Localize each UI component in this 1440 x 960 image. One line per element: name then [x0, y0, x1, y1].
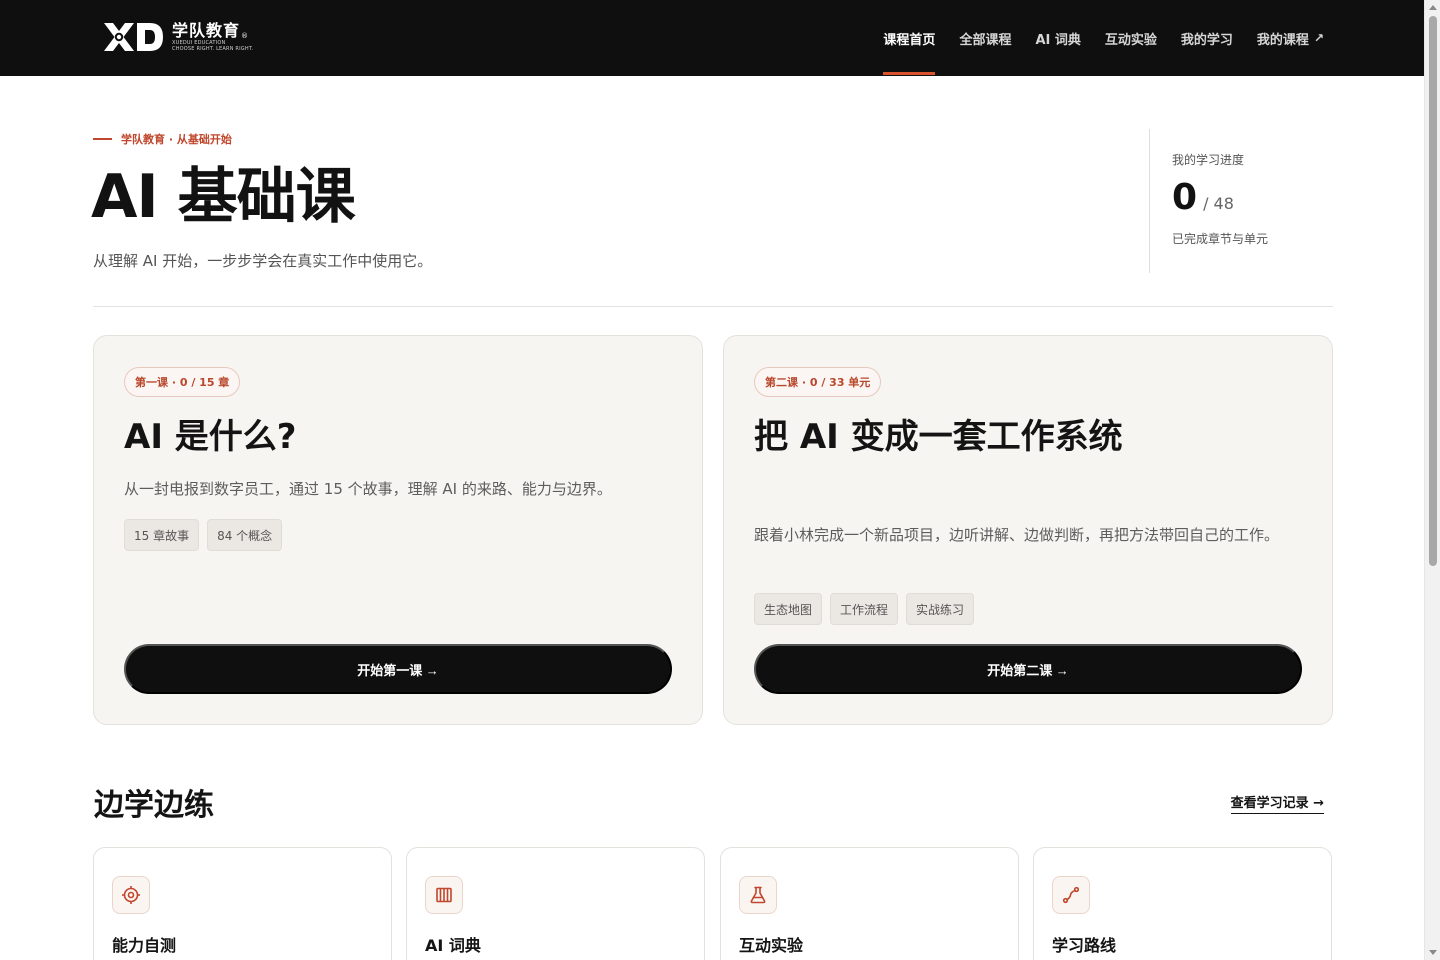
scrollbar-thumb[interactable] [1429, 16, 1437, 566]
scroll-down-arrow-icon[interactable] [1429, 950, 1437, 955]
course-tag: 15 章故事 [124, 519, 200, 551]
nav-label: 全部课程 [959, 32, 1012, 48]
scroll-up-arrow-icon[interactable] [1429, 5, 1437, 10]
course-card-lesson-1: 第一课 · 0 / 15 章 AI 是什么? 从一封电报到数字员工，通过 15 … [93, 335, 703, 725]
hero-eyebrow: 学队教育 · 从基础开始 [93, 131, 232, 147]
registered-mark: ® [241, 32, 250, 40]
course-tag: 工作流程 [830, 593, 899, 625]
nav-item-my-courses[interactable]: 我的课程 ↗ [1257, 0, 1324, 76]
book-icon [425, 876, 463, 914]
view-learning-record-link[interactable]: 查看学习记录 → [1230, 792, 1324, 814]
nav-label: AI 词典 [1035, 32, 1081, 48]
eyebrow-dash [93, 138, 112, 140]
nav-item-interactive-lab[interactable]: 互动实验 [1105, 0, 1157, 76]
course-description: 跟着小林完成一个新品项目，边听讲解、边做判断，再把方法带回自己的工作。 [754, 526, 1280, 544]
nav-label: 互动实验 [1104, 32, 1157, 48]
nav-label: 课程首页 [883, 32, 936, 48]
feature-label: AI 词典 [425, 936, 481, 955]
top-navbar: 学队教育® XUEDUI EDUCATION CHOOSE RIGHT. LEA… [0, 0, 1424, 76]
course-badge: 第一课 · 0 / 15 章 [124, 367, 241, 397]
feature-label: 互动实验 [739, 936, 804, 955]
page-title: AI 基础课 [91, 162, 356, 232]
flask-icon [739, 876, 777, 914]
course-title: AI 是什么? [124, 417, 297, 457]
target-icon [112, 876, 150, 914]
external-link-icon: ↗ [1313, 31, 1324, 45]
feature-card-interactive-lab[interactable]: 互动实验 [720, 847, 1019, 960]
course-description: 从一封电报到数字员工，通过 15 个故事，理解 AI 的来路、能力与边界。 [124, 480, 612, 498]
practice-section-title: 边学边练 [94, 788, 214, 823]
course-tag: 84 个概念 [207, 519, 283, 551]
brand-name: 学队教育® [172, 21, 250, 41]
nav-item-course-home[interactable]: 课程首页 [883, 0, 936, 76]
course-tag: 生态地图 [754, 593, 823, 625]
course-tag: 实战练习 [906, 593, 975, 625]
start-lesson-1-button[interactable]: 开始第一课 → [124, 644, 672, 694]
nav-label: 我的学习 [1180, 32, 1233, 48]
progress-total-count: / 48 [1203, 194, 1234, 213]
learning-progress-panel: 我的学习进度 0 / 48 已完成章节与单元 [1149, 129, 1349, 273]
brand-tagline-2: CHOOSE RIGHT. LEARN RIGHT. [172, 46, 254, 52]
xd-logo-icon [104, 23, 163, 51]
brand-text: 学队教育® XUEDUI EDUCATION CHOOSE RIGHT. LEA… [172, 21, 254, 53]
feature-label: 学习路线 [1052, 936, 1117, 955]
page-subtitle: 从理解 AI 开始，一步步学会在真实工作中使用它。 [93, 252, 433, 270]
course-badge: 第二课 · 0 / 33 单元 [754, 367, 882, 397]
nav-item-ai-dictionary[interactable]: AI 词典 [1035, 0, 1080, 76]
course-tags: 15 章故事 84 个概念 [124, 519, 290, 551]
progress-label: 我的学习进度 [1172, 153, 1245, 167]
route-icon [1052, 876, 1090, 914]
course-title: 把 AI 变成一套工作系统 [754, 417, 1123, 457]
brand-logo[interactable]: 学队教育® XUEDUI EDUCATION CHOOSE RIGHT. LEA… [100, 17, 253, 57]
course-tags: 生态地图 工作流程 实战练习 [754, 593, 982, 625]
feature-card-ai-dictionary[interactable]: AI 词典 [406, 847, 705, 960]
main-nav: 课程首页 全部课程 AI 词典 互动实验 我的学习 我的课程 ↗ [859, 0, 1324, 76]
progress-caption: 已完成章节与单元 [1172, 232, 1269, 246]
start-lesson-2-button[interactable]: 开始第二课 → [754, 644, 1302, 694]
nav-label: 我的课程 [1256, 32, 1309, 48]
eyebrow-text: 学队教育 · 从基础开始 [121, 133, 232, 146]
course-card-lesson-2: 第二课 · 0 / 33 单元 把 AI 变成一套工作系统 跟着小林完成一个新品… [723, 335, 1333, 725]
hero-divider [93, 306, 1333, 307]
nav-item-all-courses[interactable]: 全部课程 [959, 0, 1011, 76]
progress-completed-count: 0 [1172, 177, 1198, 218]
nav-item-my-learning[interactable]: 我的学习 [1181, 0, 1233, 76]
feature-label: 能力自测 [112, 936, 177, 955]
feature-card-self-assessment[interactable]: 能力自测 [93, 847, 392, 960]
feature-card-learning-route[interactable]: 学习路线 [1033, 847, 1332, 960]
progress-value: 0 / 48 [1172, 178, 1349, 218]
page-scrollbar[interactable] [1424, 0, 1440, 960]
